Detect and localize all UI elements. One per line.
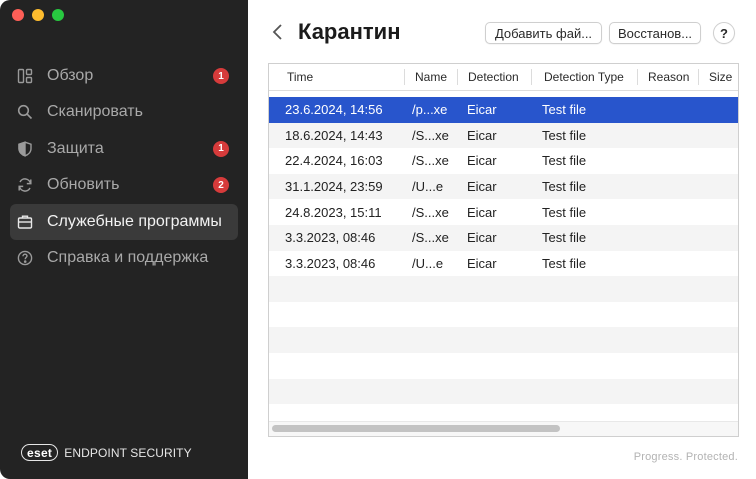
tagline: Progress. Protected. (633, 451, 738, 463)
empty-row (269, 327, 738, 353)
cell-detection: Eicar (467, 179, 497, 195)
cell-name: /S...xe (412, 127, 449, 143)
cell-detection-type: Test file (542, 204, 587, 220)
cell-name: /S...xe (412, 153, 449, 169)
cell-name: /U...e (412, 255, 444, 271)
notification-badge: 1 (213, 68, 229, 84)
cell-detection: Eicar (467, 127, 497, 143)
column-header-name[interactable]: Name (405, 64, 458, 90)
sidebar-item-tools[interactable]: Служебные программы (10, 203, 238, 240)
minimize-window-button[interactable] (32, 9, 44, 21)
quarantine-table: Time Name Detection Detection Type Reaso… (268, 63, 739, 437)
table-row[interactable]: 3.3.2023, 08:46 /U...e Eicar Test file (269, 251, 738, 277)
cell-name: /p...xe (412, 102, 448, 118)
restore-button[interactable]: Восстанов... (609, 22, 701, 44)
app-window: Обзор 1 Сканировать Защита 1 Обновить 2 … (0, 0, 756, 479)
empty-row (269, 302, 738, 328)
close-window-button[interactable] (12, 9, 24, 21)
product-name: ENDPOINT SECURITY (64, 445, 192, 460)
cell-detection-type: Test file (542, 153, 587, 169)
table-row[interactable]: 22.4.2024, 16:03 /S...xe Eicar Test file (269, 148, 738, 174)
sidebar-item-help[interactable]: Справка и поддержка (10, 240, 238, 276)
dashboard-icon (16, 67, 34, 85)
table-header: Time Name Detection Detection Type Reaso… (269, 64, 738, 91)
help-circle-icon (16, 249, 34, 267)
column-label: Detection (468, 70, 519, 84)
page-title: Карантин (298, 19, 401, 44)
cell-detection: Eicar (467, 255, 497, 271)
help-button[interactable]: ? (713, 22, 735, 44)
cell-detection-type: Test file (542, 102, 587, 118)
column-label: Name (415, 70, 448, 84)
notification-badge: 1 (213, 140, 229, 157)
cell-time: 23.6.2024, 14:56 (285, 102, 383, 118)
cell-name: /U...e (412, 179, 444, 195)
column-header-detection-type[interactable]: Detection Type (532, 64, 638, 90)
empty-row (269, 276, 738, 302)
back-chevron-icon[interactable] (270, 21, 286, 43)
cell-detection-type: Test file (542, 230, 587, 246)
column-header-size[interactable]: Size (699, 64, 738, 90)
sidebar: Обзор 1 Сканировать Защита 1 Обновить 2 … (0, 0, 248, 479)
cell-time: 24.8.2023, 15:11 (285, 204, 382, 220)
column-header-time[interactable]: Time (269, 64, 405, 90)
horizontal-scroll-track[interactable] (269, 421, 738, 436)
table-row[interactable]: 23.6.2024, 14:56 /p...xe Eicar Test file (269, 97, 738, 123)
add-file-button[interactable]: Добавить фай... (485, 22, 602, 44)
cell-detection: Eicar (467, 204, 497, 220)
sidebar-item-label: Обновить (47, 176, 120, 194)
product-brand: eset ENDPOINT SECURITY (21, 444, 192, 461)
search-icon (16, 103, 34, 121)
cell-time: 3.3.2023, 08:46 (285, 255, 376, 271)
sidebar-item-label: Служебные программы (47, 212, 222, 230)
notification-badge: 2 (213, 177, 229, 194)
maximize-window-button[interactable] (52, 9, 64, 21)
column-label: Time (287, 70, 314, 84)
table-row[interactable]: 3.3.2023, 08:46 /S...xe Eicar Test file (269, 224, 738, 251)
column-label: Detection Type (544, 70, 624, 84)
sidebar-item-label: Защита (47, 139, 104, 157)
table-row[interactable]: 31.1.2024, 23:59 /U...e Eicar Test file (269, 173, 738, 200)
column-header-detection[interactable]: Detection (458, 64, 532, 90)
cell-detection: Eicar (467, 230, 497, 246)
sidebar-nav: Обзор 1 Сканировать Защита 1 Обновить 2 … (10, 58, 238, 276)
refresh-icon (16, 176, 34, 194)
table-row[interactable]: 18.6.2024, 14:43 /S...xe Eicar Test file (269, 122, 738, 149)
column-header-reason[interactable]: Reason (638, 64, 699, 90)
sidebar-item-protection[interactable]: Защита 1 (10, 131, 238, 167)
cell-name: /S...xe (412, 204, 449, 220)
empty-row (269, 353, 738, 379)
cell-time: 18.6.2024, 14:43 (285, 127, 383, 143)
column-label: Size (709, 70, 733, 84)
shield-icon (16, 140, 34, 158)
sidebar-item-label: Справка и поддержка (47, 248, 209, 266)
sidebar-item-scan[interactable]: Сканировать (10, 94, 238, 130)
eset-logo: eset (21, 444, 59, 461)
cell-detection-type: Test file (542, 179, 587, 195)
table-row[interactable]: 24.8.2023, 15:11 /S...xe Eicar Test file (269, 199, 738, 225)
cell-detection-type: Test file (542, 255, 587, 271)
cell-time: 31.1.2024, 23:59 (285, 179, 383, 195)
sidebar-item-label: Сканировать (47, 103, 143, 121)
main-content: Карантин Добавить фай... Восстанов... ? … (248, 0, 756, 479)
horizontal-scrollbar-thumb[interactable] (272, 425, 560, 432)
sidebar-item-update[interactable]: Обновить 2 (10, 167, 238, 203)
cell-time: 22.4.2024, 16:03 (285, 153, 383, 169)
cell-name: /S...xe (412, 230, 449, 246)
briefcase-icon (16, 213, 34, 231)
cell-detection-type: Test file (542, 127, 587, 143)
empty-row (269, 378, 738, 405)
sidebar-item-label: Обзор (47, 67, 94, 84)
cell-detection: Eicar (467, 102, 497, 118)
window-controls (12, 9, 64, 21)
column-label: Reason (648, 70, 690, 84)
sidebar-item-overview[interactable]: Обзор 1 (10, 58, 238, 94)
cell-time: 3.3.2023, 08:46 (285, 230, 376, 246)
table-body: 23.6.2024, 14:56 /p...xe Eicar Test file… (269, 97, 738, 430)
cell-detection: Eicar (467, 153, 497, 169)
